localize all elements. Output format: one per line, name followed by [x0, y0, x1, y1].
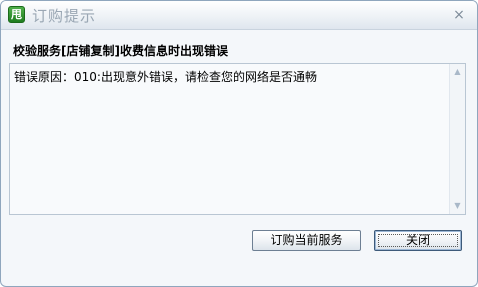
close-button[interactable]: 关闭 [374, 230, 462, 251]
vertical-scrollbar[interactable]: ▲ ▼ [449, 64, 465, 214]
scroll-down-arrow-icon[interactable]: ▼ [450, 200, 465, 212]
scroll-up-arrow-icon[interactable]: ▲ [450, 66, 465, 78]
window-title: 订购提示 [32, 7, 97, 25]
error-message-text: 错误原因：010:出现意外错误，请检查您的网络是否通畅 [14, 70, 317, 84]
close-icon[interactable]: × [451, 7, 467, 23]
app-logo-icon: 甩 [8, 6, 25, 23]
close-button-label: 关闭 [405, 233, 430, 247]
error-message-box[interactable]: 错误原因：010:出现意外错误，请检查您的网络是否通畅 ▲ ▼ [9, 63, 466, 215]
subscribe-current-service-button[interactable]: 订购当前服务 [252, 230, 361, 251]
subscription-prompt-dialog: 甩 订购提示 × 校验服务[店铺复制]收费信息时出现错误 错误原因：010:出现… [0, 0, 478, 287]
title-bar[interactable]: 甩 订购提示 × [1, 1, 477, 30]
error-heading: 校验服务[店铺复制]收费信息时出现错误 [13, 44, 228, 58]
